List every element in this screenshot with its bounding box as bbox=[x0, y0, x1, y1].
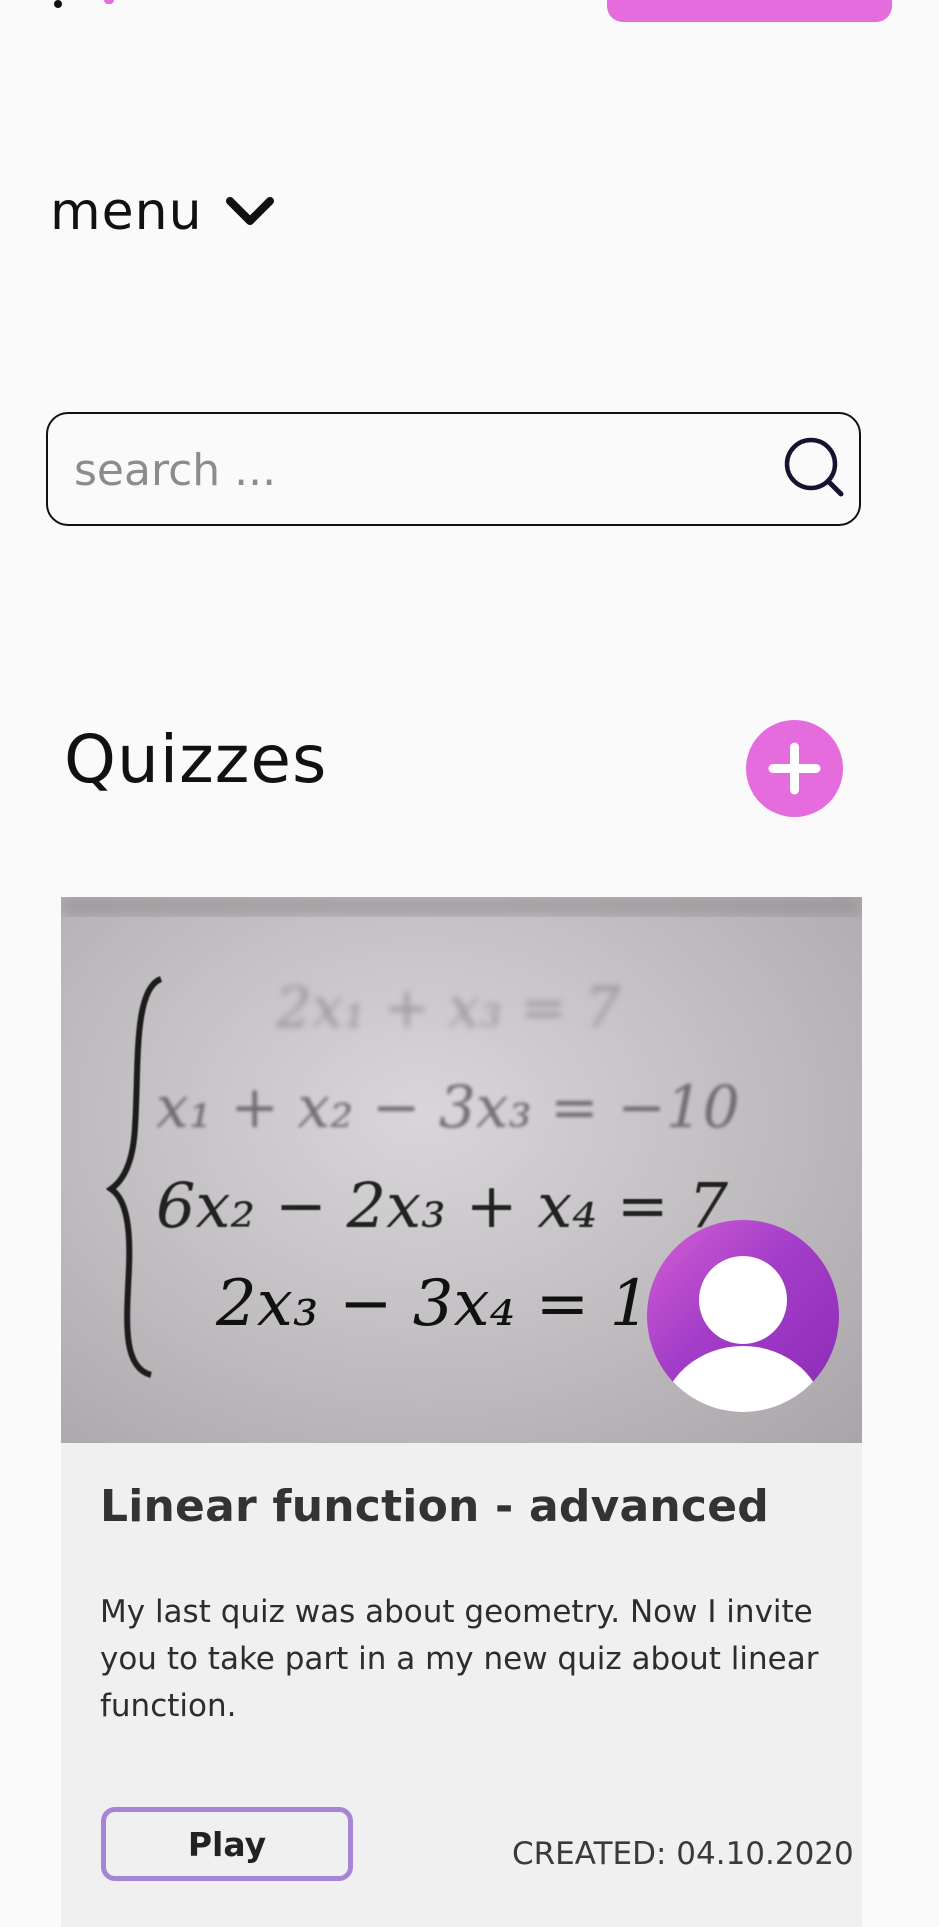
header-logo-dot bbox=[54, 0, 62, 8]
equation-line: 2x₃ − 3x₄ = 1 bbox=[215, 1267, 650, 1341]
user-avatar-icon[interactable] bbox=[647, 1220, 839, 1412]
created-date: CREATED: 04.10.2020 bbox=[512, 1836, 854, 1872]
search-input[interactable] bbox=[72, 434, 756, 506]
menu-toggle[interactable]: menu bbox=[50, 180, 275, 244]
search-icon[interactable] bbox=[783, 436, 847, 504]
equation-line: 6x₂ − 2x₃ + x₄ = 7 bbox=[156, 1169, 728, 1242]
quiz-title: Linear function - advanced bbox=[100, 1481, 769, 1532]
quiz-description: My last quiz was about geometry. Now I i… bbox=[100, 1594, 819, 1724]
search-bar bbox=[46, 412, 861, 526]
header-action-button[interactable] bbox=[607, 0, 892, 22]
play-button[interactable]: Play bbox=[101, 1807, 353, 1881]
equation-line: x₁ + x₂ − 3x₃ = −10 bbox=[156, 1073, 740, 1141]
section-title: Quizzes bbox=[64, 721, 328, 798]
header-logo-accent bbox=[104, 0, 114, 4]
menu-label: menu bbox=[50, 182, 203, 242]
plus-icon bbox=[768, 742, 821, 795]
chevron-down-icon bbox=[225, 195, 275, 229]
equation-line: 2x₁ + x₃ = 7 bbox=[275, 976, 621, 1041]
quiz-card[interactable]: 2x₁ + x₃ = 7 x₁ + x₂ − 3x₃ = −10 6x₂ − 2… bbox=[61, 897, 862, 1927]
add-quiz-button[interactable] bbox=[746, 720, 843, 817]
